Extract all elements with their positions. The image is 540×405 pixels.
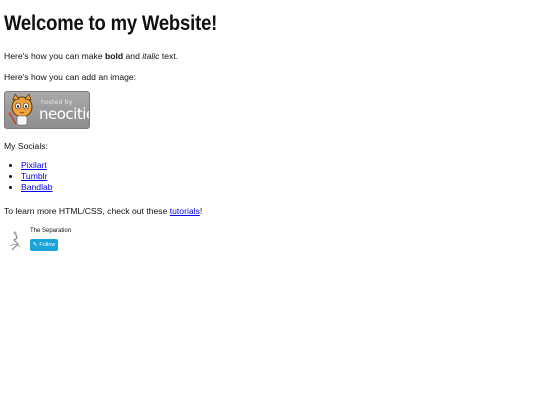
site-logo-icon — [9, 231, 21, 251]
page-title: Welcome to my Website! — [4, 12, 218, 35]
follow-button[interactable]: ✎ Follow — [30, 239, 58, 251]
neocities-brand-text: neocities — [39, 105, 89, 123]
tumblr-link[interactable]: Tumblr — [21, 171, 47, 181]
intro-prefix: Here's how you can make — [4, 51, 105, 61]
learn-suffix: ! — [199, 206, 203, 216]
tutorials-link[interactable]: tutorials — [170, 206, 200, 216]
socials-label: My Socials: — [4, 141, 48, 151]
learn-prefix: To learn more HTML/CSS, check out these — [4, 206, 170, 216]
intro-suffix: text. — [159, 51, 179, 61]
socials-list: Pixilart Tumblr Bandlab — [4, 160, 53, 193]
follow-widget: The Separation ✎ Follow — [6, 228, 86, 254]
neocities-badge[interactable]: hosted by neocities — [4, 91, 90, 129]
neocities-cat-icon — [8, 94, 33, 126]
intro-paragraph: Here's how you can make bold and italic … — [4, 50, 178, 62]
follow-label: Follow — [39, 242, 56, 248]
pixilart-link[interactable]: Pixilart — [21, 160, 47, 170]
image-instruction: Here's how you can add an image: — [4, 72, 137, 82]
list-item: Tumblr — [21, 171, 53, 182]
page-content: Welcome to my Website! Here's how you ca… — [4, 0, 536, 251]
bold-text: bold — [105, 51, 124, 61]
learn-paragraph: To learn more HTML/CSS, check out these … — [4, 205, 202, 217]
list-item: Pixilart — [21, 160, 53, 171]
italic-text: italic — [142, 51, 160, 61]
pencil-icon: ✎ — [32, 242, 38, 248]
intro-middle: and — [123, 51, 143, 61]
bandlab-link[interactable]: Bandlab — [21, 182, 53, 192]
list-item: Bandlab — [21, 182, 53, 193]
site-name: The Separation — [30, 228, 72, 234]
